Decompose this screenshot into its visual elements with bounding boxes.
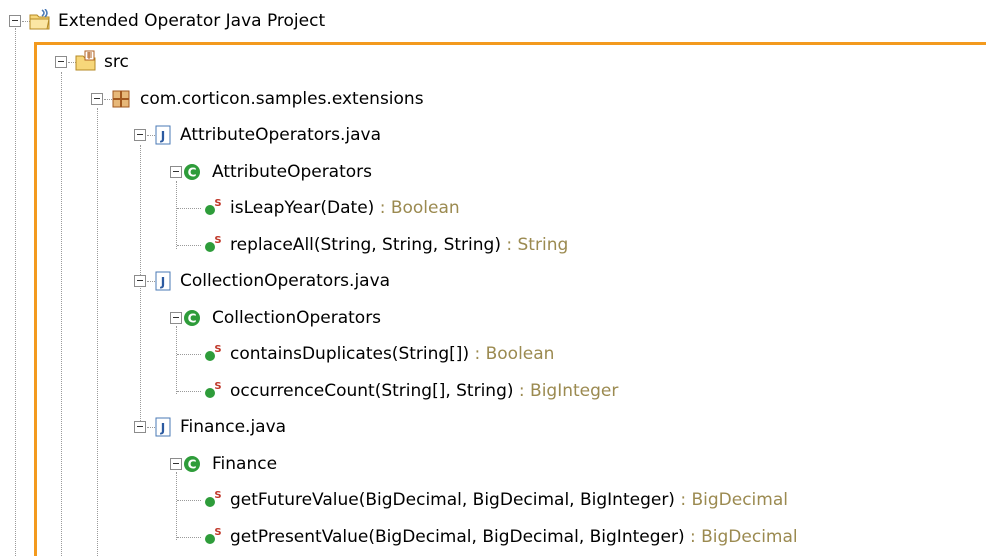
svg-text:S: S [214,527,221,538]
class-label: CollectionOperators [212,308,382,328]
collapse-toggle[interactable] [170,166,182,178]
class-icon: C [184,456,200,472]
return-type: : Boolean [469,344,555,364]
return-type: : BigDecimal [684,527,798,547]
collapse-toggle[interactable] [91,93,103,105]
method-signature: isLeapYear(Date) : Boolean [230,198,460,218]
method-name: containsDuplicates(String[]) [230,344,470,364]
static-method-icon: S [205,490,222,507]
tree-node-file[interactable]: J Finance.java [0,410,500,444]
java-project-icon [29,9,50,30]
tree-connector [177,245,201,246]
tree-connector [147,427,155,428]
tree-connector [104,99,112,100]
file-label: Finance.java [180,417,287,437]
java-file-icon: J [155,271,171,291]
class-label: Finance [212,454,278,474]
src-label: src [104,52,129,72]
method-signature: getFutureValue(BigDecimal, BigDecimal, B… [230,490,788,510]
svg-text:C: C [188,166,197,180]
return-type: : Boolean [374,198,460,218]
tree-node-class[interactable]: C Finance [0,447,500,481]
static-method-icon: S [205,198,222,215]
svg-text:S: S [214,381,221,392]
svg-text:S: S [214,344,221,355]
collapse-toggle[interactable] [134,421,146,433]
source-folder-icon [75,50,96,71]
tree-node-method[interactable]: S isLeapYear(Date) : Boolean [0,191,700,225]
svg-text:S: S [214,198,221,209]
tree-node-method[interactable]: S getPresentValue(BigDecimal, BigDecimal… [0,520,800,554]
tree-node-file[interactable]: J AttributeOperators.java [0,118,500,152]
tree-node-method[interactable]: S occurrenceCount(String[], String) : Bi… [0,374,700,408]
collapse-toggle[interactable] [134,275,146,287]
tree-connector [147,135,155,136]
svg-text:C: C [188,458,197,472]
svg-text:J: J [160,129,165,143]
file-label: CollectionOperators.java [180,271,391,291]
tree-connector [177,391,201,392]
package-icon [112,90,130,108]
tree-node-file[interactable]: J CollectionOperators.java [0,264,500,298]
class-icon: C [184,164,200,180]
tree-node-project[interactable]: Extended Operator Java Project [0,4,600,38]
project-label: Extended Operator Java Project [58,11,326,31]
file-label: AttributeOperators.java [180,125,382,145]
tree-node-class[interactable]: C CollectionOperators [0,301,500,335]
svg-text:C: C [188,312,197,326]
tree-connector [147,281,155,282]
tree-node-method[interactable]: S containsDuplicates(String[]) : Boolean [0,337,700,371]
tree-node-class[interactable]: C AttributeOperators [0,155,500,189]
tree-connector [177,354,201,355]
collapse-toggle[interactable] [134,129,146,141]
collapse-toggle[interactable] [55,56,67,68]
static-method-icon: S [205,381,222,398]
collapse-toggle[interactable] [9,15,21,27]
tree-node-package[interactable]: com.corticon.samples.extensions [0,82,600,116]
package-label: com.corticon.samples.extensions [140,89,424,109]
method-name: getPresentValue(BigDecimal, BigDecimal, … [230,527,685,547]
return-type: : BigInteger [513,381,619,401]
method-signature: containsDuplicates(String[]) : Boolean [230,344,554,364]
collapse-toggle[interactable] [170,312,182,324]
method-signature: getPresentValue(BigDecimal, BigDecimal, … [230,527,798,547]
method-name: replaceAll(String, String, String) [230,235,501,255]
java-file-icon: J [155,417,171,437]
method-signature: occurrenceCount(String[], String) : BigI… [230,381,618,401]
method-name: occurrenceCount(String[], String) [230,381,514,401]
method-name: getFutureValue(BigDecimal, BigDecimal, B… [230,490,675,510]
svg-text:J: J [160,275,165,289]
tree-node-src[interactable]: src [0,45,300,79]
return-type: : String [500,235,569,255]
tree-node-method[interactable]: S replaceAll(String, String, String) : S… [0,228,700,262]
class-icon: C [184,310,200,326]
static-method-icon: S [205,527,222,544]
java-file-icon: J [155,125,171,145]
svg-text:J: J [160,421,165,435]
method-name: isLeapYear(Date) [230,198,375,218]
tree-node-method[interactable]: S getFutureValue(BigDecimal, BigDecimal,… [0,483,800,517]
static-method-icon: S [205,235,222,252]
tree-connector [177,500,201,501]
svg-text:S: S [214,490,221,501]
static-method-icon: S [205,344,222,361]
tree-connector [177,537,201,538]
method-signature: replaceAll(String, String, String) : Str… [230,235,568,255]
tree-connector [177,208,201,209]
return-type: : BigDecimal [674,490,788,510]
collapse-toggle[interactable] [170,458,182,470]
class-label: AttributeOperators [212,162,373,182]
svg-text:S: S [214,235,221,246]
